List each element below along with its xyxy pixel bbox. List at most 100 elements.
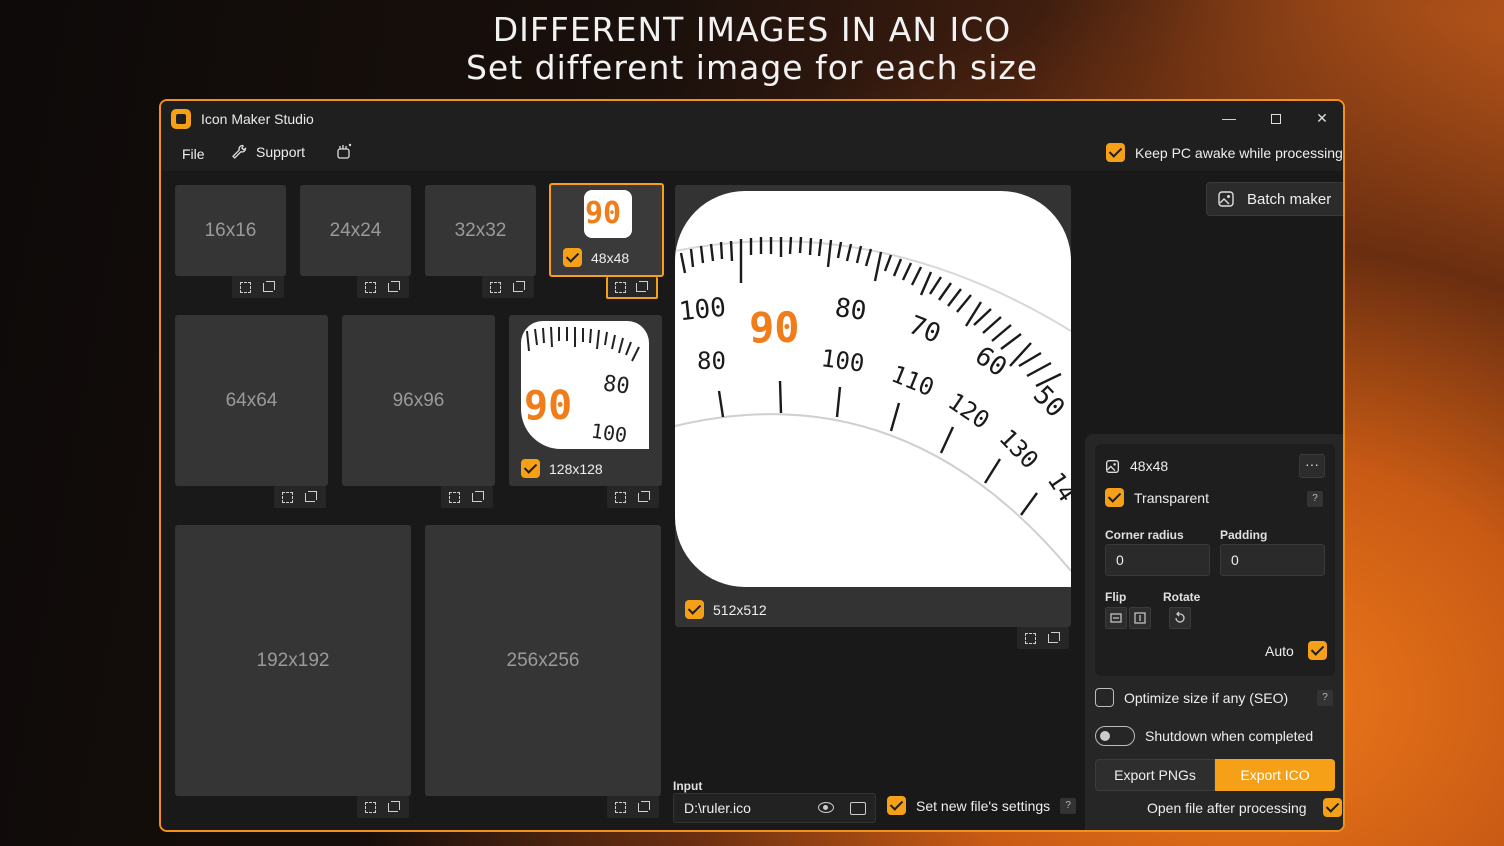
menu-extra[interactable] xyxy=(334,142,354,167)
transparent-checkbox[interactable]: Transparent xyxy=(1105,488,1209,507)
sparkle-hand-icon xyxy=(337,143,352,159)
set-new-settings-check[interactable] xyxy=(887,796,906,815)
menu-file[interactable]: File xyxy=(182,146,205,162)
select-icon[interactable] xyxy=(282,491,294,503)
select-icon[interactable] xyxy=(615,281,627,293)
select-icon[interactable] xyxy=(449,491,461,503)
thumb-number: 90 xyxy=(524,383,573,429)
include-128-check[interactable] xyxy=(521,459,540,478)
corner-radius-input[interactable]: 0 xyxy=(1105,544,1210,576)
tile-64x64[interactable]: 64x64 xyxy=(175,315,328,486)
tile-tools xyxy=(441,486,493,508)
transparent-help-icon[interactable]: ? xyxy=(1307,491,1323,507)
select-icon[interactable] xyxy=(490,281,502,293)
folder-open-icon[interactable] xyxy=(850,802,866,815)
padding-input[interactable]: 0 xyxy=(1220,544,1325,576)
thumb-48x48: 90 xyxy=(584,190,632,238)
open-after-checkbox[interactable]: Open file after processing xyxy=(1147,798,1342,817)
select-icon[interactable] xyxy=(365,281,377,293)
tile-label: 32x32 xyxy=(454,219,507,241)
set-new-settings-checkbox[interactable]: Set new file's settings ? xyxy=(887,796,1077,815)
open-after-label: Open file after processing xyxy=(1147,799,1307,816)
set-new-help-icon[interactable]: ? xyxy=(1060,797,1077,814)
close-button[interactable]: ✕ xyxy=(1307,107,1337,129)
rotate-label: Rotate xyxy=(1163,590,1201,604)
tile-16x16[interactable]: 16x16 xyxy=(175,185,286,276)
tile-128x128[interactable]: 90 80 100 128x128 xyxy=(509,315,662,486)
tile-tools xyxy=(357,276,409,298)
tile-tools xyxy=(1017,627,1069,649)
select-icon[interactable] xyxy=(615,801,627,813)
thumb-number: 90 xyxy=(585,196,622,231)
preview-number: 100 xyxy=(819,344,867,378)
tile-label: 256x256 xyxy=(506,649,580,671)
keep-awake-check[interactable] xyxy=(1106,143,1125,162)
crop-icon[interactable] xyxy=(512,280,526,294)
tile-label: 16x16 xyxy=(204,219,257,241)
open-after-check[interactable] xyxy=(1322,798,1342,817)
tile-32x32[interactable]: 32x32 xyxy=(425,185,536,276)
tile-192x192[interactable]: 192x192 xyxy=(175,525,411,796)
tile-512x512[interactable]: 100 90 80 80 100 70 110 60 120 50 130 14… xyxy=(675,185,1071,627)
crop-icon[interactable] xyxy=(1047,631,1061,645)
thumb-number: 80 xyxy=(601,371,632,400)
more-options-button[interactable]: ··· xyxy=(1299,454,1325,478)
tile-label: 128x128 xyxy=(549,460,603,477)
input-path-field[interactable]: D:\ruler.ico xyxy=(673,793,876,823)
preview-number: 90 xyxy=(749,303,800,352)
title-bar: Icon Maker Studio — ✕ xyxy=(161,101,1343,135)
maximize-button[interactable] xyxy=(1261,107,1291,129)
include-48-check[interactable] xyxy=(563,248,582,267)
crop-icon[interactable] xyxy=(304,490,318,504)
tile-24x24[interactable]: 24x24 xyxy=(300,185,411,276)
tile-96x96[interactable]: 96x96 xyxy=(342,315,495,486)
headline-title: DIFFERENT IMAGES IN AN ICO xyxy=(492,10,1012,49)
include-512-check[interactable] xyxy=(685,600,704,619)
flip-vertical-button[interactable] xyxy=(1129,607,1151,629)
crop-icon[interactable] xyxy=(637,490,651,504)
tile-256x256[interactable]: 256x256 xyxy=(425,525,661,796)
thumb-128x128: 90 80 100 xyxy=(521,321,649,449)
rotate-icon xyxy=(1175,611,1185,623)
crop-icon[interactable] xyxy=(387,800,401,814)
padding-label: Padding xyxy=(1220,528,1268,542)
preview-number: 100 xyxy=(677,292,728,328)
crop-icon[interactable] xyxy=(635,280,649,294)
minimize-button[interactable]: — xyxy=(1214,107,1244,129)
batch-maker-button[interactable]: Batch maker xyxy=(1206,182,1343,216)
select-icon[interactable] xyxy=(365,801,377,813)
shutdown-toggle[interactable]: Shutdown when completed xyxy=(1095,726,1313,746)
selected-size-label: 48x48 xyxy=(1130,458,1169,474)
shutdown-switch[interactable] xyxy=(1095,726,1135,746)
crop-icon[interactable] xyxy=(262,280,276,294)
crop-icon[interactable] xyxy=(471,490,485,504)
tile-48x48[interactable]: 90 48x48 xyxy=(549,183,664,277)
flip-horizontal-button[interactable] xyxy=(1105,607,1127,629)
optimize-checkbox[interactable]: Optimize size if any (SEO) xyxy=(1095,688,1288,707)
auto-checkbox[interactable]: Auto xyxy=(1265,641,1327,660)
menu-support[interactable]: Support xyxy=(230,143,305,161)
crop-icon[interactable] xyxy=(387,280,401,294)
select-icon[interactable] xyxy=(240,281,252,293)
optimize-help-icon[interactable]: ? xyxy=(1317,690,1333,706)
tile-label: 512x512 xyxy=(713,601,767,618)
maximize-icon xyxy=(1271,114,1281,125)
optimize-check[interactable] xyxy=(1095,688,1114,707)
menu-support-label: Support xyxy=(256,144,306,160)
rotate-button[interactable] xyxy=(1169,607,1191,629)
image-icon xyxy=(1106,459,1119,473)
eye-icon[interactable] xyxy=(818,802,834,813)
keep-awake-checkbox[interactable]: Keep PC awake while processing xyxy=(1106,143,1343,162)
select-icon[interactable] xyxy=(615,491,627,503)
set-new-settings-label: Set new file's settings xyxy=(916,797,1051,814)
headline-subtitle: Set different image for each size xyxy=(465,48,1039,87)
crop-icon[interactable] xyxy=(637,800,651,814)
export-pngs-button[interactable]: Export PNGs xyxy=(1095,759,1215,791)
window-title: Icon Maker Studio xyxy=(201,111,314,127)
transparent-check[interactable] xyxy=(1105,488,1124,507)
size-settings-title: 48x48 xyxy=(1105,458,1168,474)
auto-check[interactable] xyxy=(1307,641,1327,660)
size-settings-card: 48x48 ··· Transparent ? Corner radius 0 … xyxy=(1095,444,1335,676)
export-ico-button[interactable]: Export ICO xyxy=(1215,759,1335,791)
select-icon[interactable] xyxy=(1025,632,1037,644)
